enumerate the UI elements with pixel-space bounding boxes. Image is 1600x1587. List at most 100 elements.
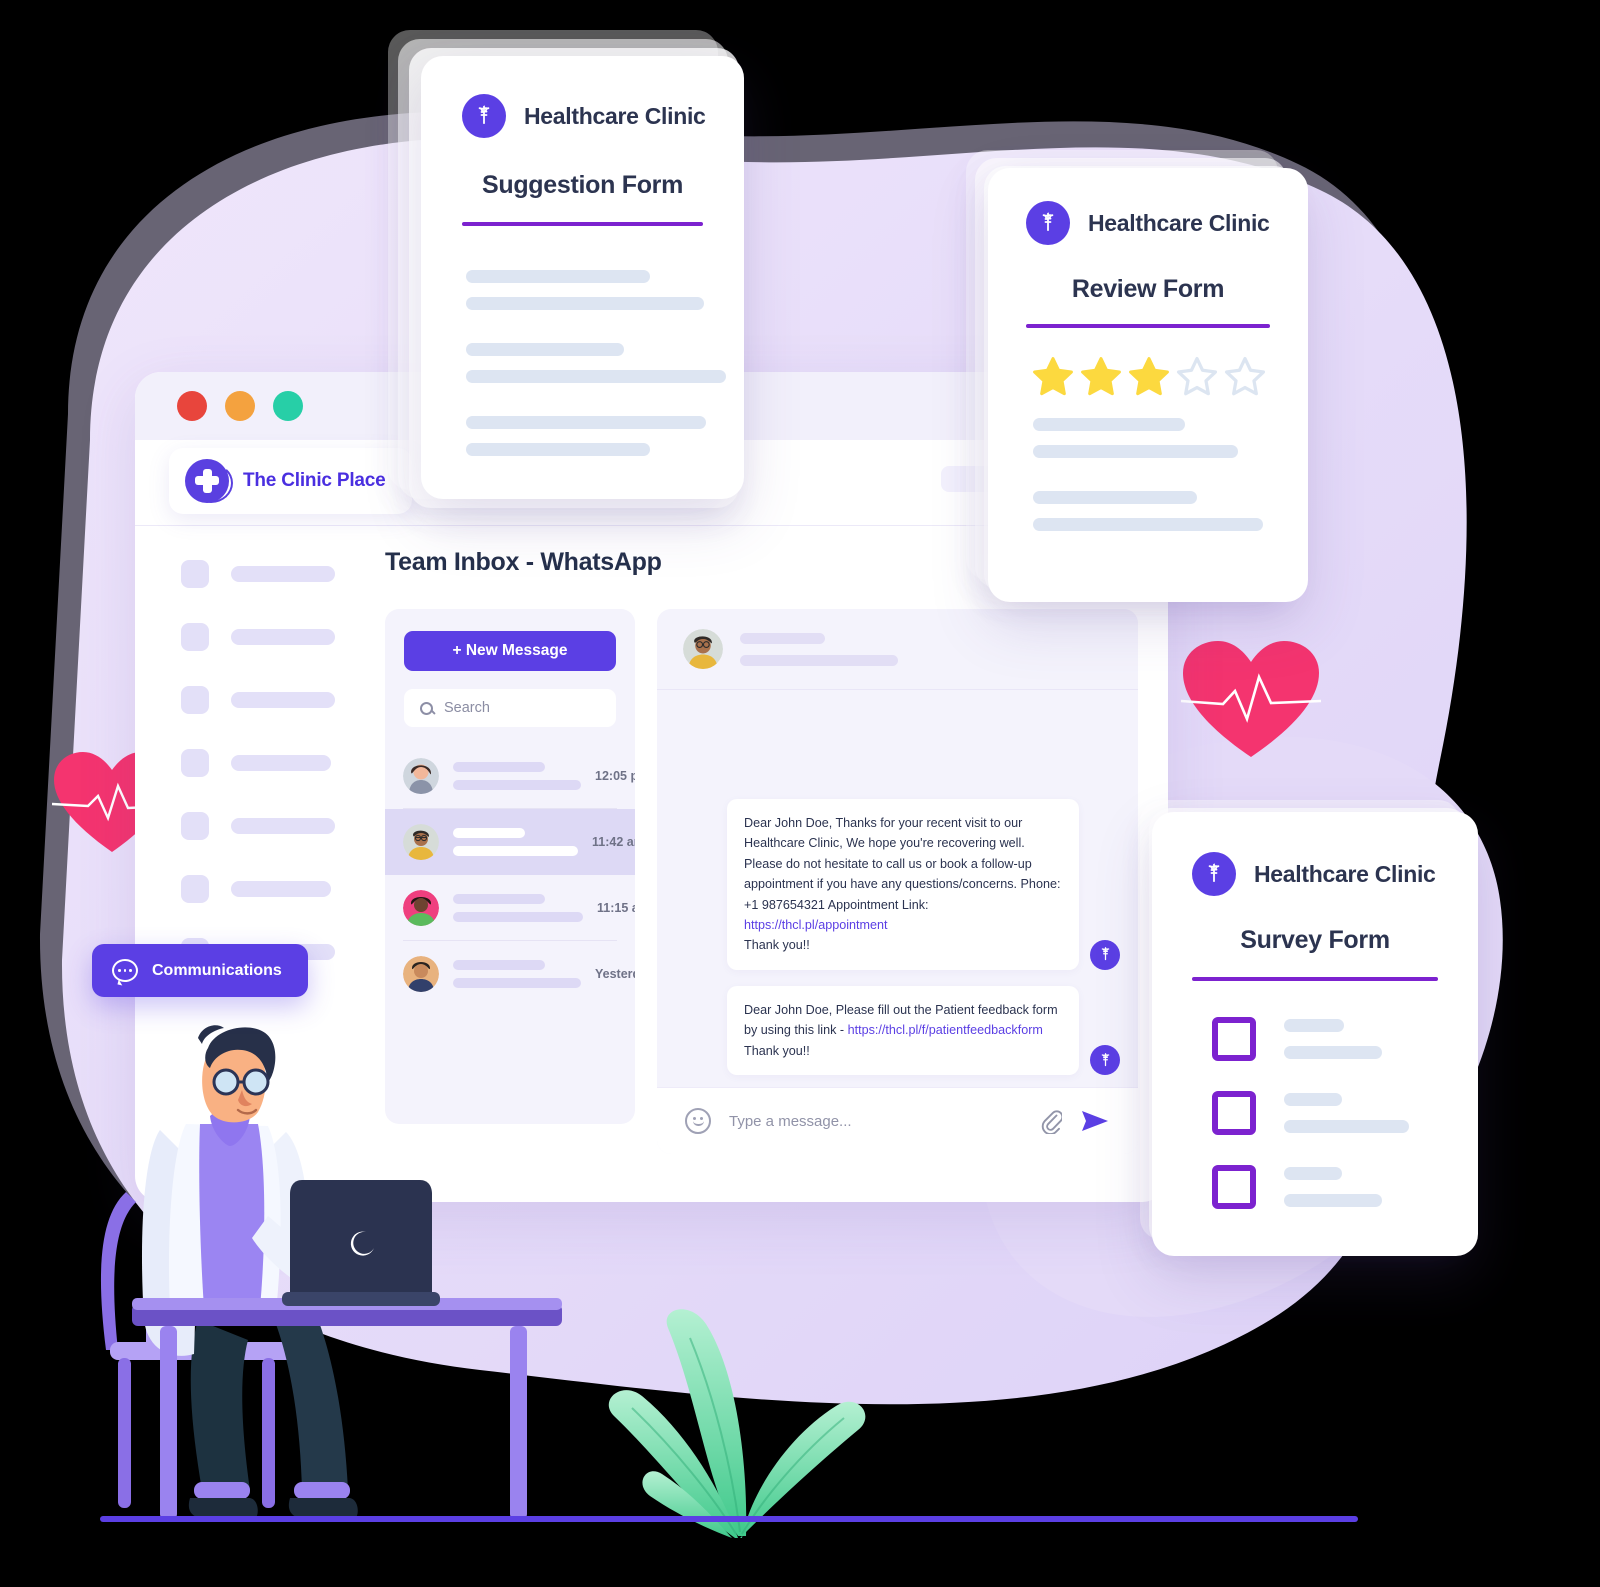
avatar (403, 824, 439, 860)
thread-contact-placeholder (740, 632, 898, 666)
list-item-preview (453, 960, 581, 988)
list-item-time: Yesterday (595, 967, 635, 981)
appointment-link[interactable]: https://thcl.pl/appointment (744, 918, 888, 932)
screenshot-root: The Clinic Place Team Inbox - WhatsApp +… (0, 0, 1600, 1587)
checkbox-icon[interactable] (1212, 1164, 1256, 1209)
message-row: Dear John Doe, Thanks for your recent vi… (683, 799, 1120, 970)
star-icon-filled[interactable] (1078, 354, 1124, 400)
star-icon-filled[interactable] (1126, 354, 1172, 400)
plant-icon (590, 1300, 880, 1545)
sidebar-label-3 (231, 692, 335, 708)
survey-question-list (1152, 981, 1478, 1209)
sidebar-label-4 (231, 755, 331, 771)
avatar (403, 956, 439, 992)
avatar (403, 890, 439, 926)
thread-header (657, 609, 1138, 690)
card-clinic-name: Healthcare Clinic (524, 102, 706, 129)
suggestion-form-card: Healthcare Clinic Suggestion Form (421, 56, 744, 499)
new-message-button[interactable]: + New Message (404, 631, 616, 671)
card-clinic-name: Healthcare Clinic (1088, 209, 1270, 236)
caduceus-icon (462, 94, 506, 138)
list-item-time: 12:05 pm (595, 769, 635, 783)
sidebar-label-2 (231, 629, 335, 645)
caduceus-icon (1090, 1045, 1120, 1075)
review-form-card: Healthcare Clinic Review Form (988, 168, 1308, 602)
list-item-time: 11:15 am (597, 901, 635, 915)
medical-cross-logo-icon (185, 458, 233, 503)
sidebar-label-1 (231, 566, 335, 582)
sidebar-item-3[interactable] (181, 686, 385, 714)
sidebar-icon-1 (181, 560, 209, 588)
caduceus-icon (1192, 852, 1236, 896)
heartbeat-icon-right (1180, 641, 1322, 766)
brand-name: The Clinic Place (243, 469, 386, 491)
minimize-button[interactable] (225, 391, 255, 421)
list-item[interactable]: 11:15 am (385, 875, 635, 941)
message-text: Dear John Doe, Thanks for your recent vi… (744, 816, 1061, 912)
sidebar-item-1[interactable] (181, 560, 385, 588)
checkbox-icon[interactable] (1212, 1016, 1256, 1061)
form-placeholder-lines (988, 400, 1308, 531)
sidebar-icon-5 (181, 812, 209, 840)
caduceus-icon (1026, 201, 1070, 245)
avatar (683, 629, 723, 669)
send-icon[interactable] (1080, 1108, 1110, 1134)
search-placeholder: Search (444, 700, 490, 716)
doctor-at-laptop-illustration (90, 1020, 610, 1525)
message-bubble: Dear John Doe, Thanks for your recent vi… (727, 799, 1079, 970)
survey-row-lines (1284, 1018, 1382, 1059)
brand-logo-block[interactable]: The Clinic Place (169, 447, 412, 514)
chat-thread-panel: Dear John Doe, Thanks for your recent vi… (657, 609, 1138, 1154)
card-title: Review Form (1071, 275, 1225, 303)
close-button[interactable] (177, 391, 207, 421)
star-rating[interactable] (988, 328, 1308, 400)
sidebar-icon-2 (181, 623, 209, 651)
sidebar-item-4[interactable] (181, 749, 385, 777)
list-item-preview (453, 894, 583, 922)
message-input[interactable]: Type a message... (729, 1113, 1022, 1130)
sidebar-label-6 (231, 881, 331, 897)
communications-badge[interactable]: Communications (92, 944, 308, 997)
form-placeholder-lines (421, 226, 744, 456)
survey-form-card: Healthcare Clinic Survey Form (1152, 812, 1478, 1256)
list-item[interactable]: Yesterday (385, 941, 635, 1007)
search-icon (420, 701, 433, 715)
message-list: Dear John Doe, Thanks for your recent vi… (657, 690, 1138, 1087)
star-icon-empty[interactable] (1174, 354, 1220, 400)
message-signoff: Thank you!! (744, 1043, 810, 1058)
star-icon-filled[interactable] (1030, 354, 1076, 400)
list-item[interactable]: 12:05 pm (385, 743, 635, 809)
survey-row[interactable] (1212, 1016, 1478, 1061)
card-title: Suggestion Form (481, 171, 684, 199)
message-signoff: Thank you!! (744, 938, 810, 953)
list-item-preview (453, 762, 581, 790)
communications-label: Communications (152, 961, 282, 979)
floor-line (100, 1516, 1358, 1522)
smiley-icon[interactable] (685, 1108, 711, 1134)
message-bubble: Dear John Doe, Please fill out the Patie… (727, 985, 1079, 1075)
paperclip-icon[interactable] (1040, 1108, 1064, 1135)
checkbox-icon[interactable] (1212, 1090, 1256, 1135)
survey-row[interactable] (1212, 1090, 1478, 1135)
survey-row[interactable] (1212, 1164, 1478, 1209)
sidebar-item-2[interactable] (181, 623, 385, 651)
sidebar-icon-3 (181, 686, 209, 714)
survey-row-lines (1284, 1166, 1382, 1207)
list-item-time: 11:42 am (592, 835, 635, 849)
survey-row-lines (1284, 1092, 1409, 1133)
search-input[interactable]: Search (404, 689, 616, 727)
chat-bubble-icon (112, 959, 138, 982)
card-title: Survey Form (1240, 926, 1390, 954)
maximize-button[interactable] (273, 391, 303, 421)
message-composer: Type a message... (657, 1087, 1138, 1154)
sidebar-icon-6 (181, 875, 209, 903)
sidebar-item-5[interactable] (181, 812, 385, 840)
feedback-form-link[interactable]: https://thcl.pl/f/patientfeedbackform (848, 1023, 1043, 1037)
sidebar-item-6[interactable] (181, 875, 385, 903)
avatar (403, 758, 439, 794)
caduceus-icon (1090, 939, 1120, 970)
list-item[interactable]: 11:42 am (385, 809, 635, 875)
message-row: Dear John Doe, Please fill out the Patie… (683, 985, 1120, 1075)
list-item-preview (453, 828, 578, 856)
star-icon-empty[interactable] (1222, 354, 1268, 400)
